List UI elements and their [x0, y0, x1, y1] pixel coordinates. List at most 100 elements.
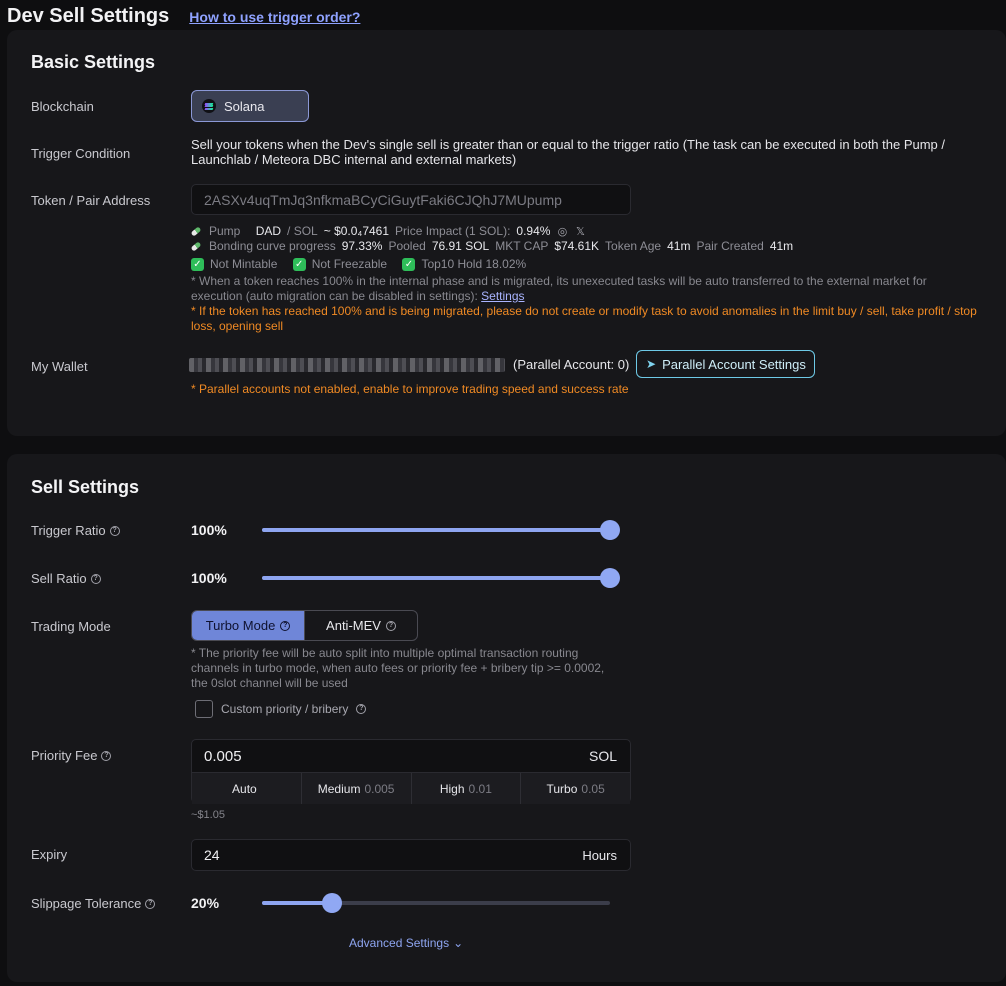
slider-thumb[interactable]: [600, 568, 620, 588]
fee-preset-high[interactable]: High 0.01: [410, 773, 521, 804]
chevron-down-icon: ⌄: [453, 936, 464, 950]
custom-priority-checkbox-row[interactable]: Custom priority / bribery ?: [195, 700, 367, 718]
help-icon[interactable]: ?: [280, 620, 291, 631]
advanced-settings-toggle[interactable]: Advanced Settings ⌄: [349, 936, 463, 950]
page-header: Dev Sell Settings How to use trigger ord…: [7, 5, 360, 28]
sell-settings-card: Sell Settings Trigger Ratio ? 100% Sell …: [7, 454, 1006, 982]
slider-fill: [262, 576, 610, 580]
migration-settings-link[interactable]: Settings: [481, 289, 524, 303]
mkt-cap-value: $74.61K: [554, 239, 600, 253]
expiry-box: Hours: [191, 839, 631, 871]
fee-presets: Auto Medium 0.005 High 0.01 Turbo 0.05: [192, 772, 630, 804]
sell-ratio-label: Sell Ratio ?: [31, 571, 101, 586]
check-icon: ✓: [191, 257, 204, 271]
migration-note: * When a token reaches 100% in the inter…: [191, 274, 981, 304]
advanced-settings-label: Advanced Settings: [349, 936, 450, 950]
turbo-mode-label: Turbo Mode: [205, 618, 276, 633]
custom-priority-checkbox[interactable]: [195, 700, 213, 718]
token-info-row-2: Bonding curve progress 97.33% Pooled 76.…: [190, 239, 794, 253]
trigger-condition-label: Trigger Condition: [31, 146, 131, 161]
help-icon[interactable]: ?: [356, 704, 367, 714]
token-age-label: Token Age: [605, 239, 662, 253]
help-icon[interactable]: ?: [109, 525, 120, 536]
price-impact-label: Price Impact (1 SOL):: [395, 224, 511, 238]
trigger-ratio-label-text: Trigger Ratio: [31, 523, 106, 538]
fee-preset-medium[interactable]: Medium 0.005: [300, 773, 411, 804]
wallet-label: My Wallet: [31, 359, 88, 374]
slider-thumb[interactable]: [321, 893, 342, 913]
parallel-warning: * Parallel accounts not enabled, enable …: [191, 382, 629, 396]
pair-base: DAD: [255, 224, 282, 238]
slippage-label: Slippage Tolerance ?: [31, 896, 156, 911]
expiry-label: Expiry: [31, 847, 68, 862]
check-icon: ✓: [292, 257, 306, 271]
token-price: ~ $0.0₄7461: [323, 224, 390, 238]
slippage-slider[interactable]: [262, 893, 610, 913]
check-not-mintable: Not Mintable: [210, 257, 278, 271]
platform-name: Pump: [209, 224, 241, 238]
migration-note-text: * When a token reaches 100% in the inter…: [191, 274, 927, 303]
check-top10-hold: Top10 Hold 18.02%: [421, 257, 527, 271]
slippage-value: 20%: [191, 895, 220, 911]
migration-warning: * If the token has reached 100% and is b…: [191, 304, 977, 333]
parallel-settings-label: Parallel Account Settings: [662, 356, 806, 372]
priority-fee-input[interactable]: [192, 740, 630, 772]
trigger-ratio-label: Trigger Ratio ?: [31, 523, 120, 538]
priority-fee-box: SOL Auto Medium0.005 High0.01 Turbo0.05: [191, 739, 631, 804]
x-icon[interactable]: 𝕏: [574, 225, 586, 238]
sell-settings-title: Sell Settings: [31, 477, 140, 497]
token-info-row-1: Pump DAD / SOL ~ $0.0₄7461 Price Impact …: [190, 224, 586, 238]
token-age-value: 41m: [667, 239, 691, 253]
help-icon[interactable]: ?: [90, 573, 101, 584]
parallel-account-settings-button[interactable]: ➤ Parallel Account Settings: [636, 350, 815, 378]
priority-fee-label-text: Priority Fee: [31, 748, 98, 763]
trigger-ratio-slider[interactable]: [262, 520, 620, 540]
priority-fee-usd: ~$1.05: [191, 809, 225, 821]
check-icon: ✓: [402, 257, 416, 271]
pill-icon: [190, 225, 202, 237]
blockchain-select-button[interactable]: Solana: [191, 90, 309, 122]
pair-created-value: 41m: [769, 239, 794, 253]
mkt-cap-label: MKT CAP: [495, 239, 549, 253]
anti-mev-label: Anti-MEV: [326, 618, 381, 633]
basic-settings-card: Basic Settings Blockchain Solana Trigger…: [7, 30, 1006, 436]
fee-preset-turbo[interactable]: Turbo 0.05: [520, 773, 630, 804]
sell-ratio-slider[interactable]: [262, 568, 620, 588]
priority-fee-label: Priority Fee ?: [31, 748, 112, 763]
help-link[interactable]: How to use trigger order?: [189, 9, 360, 25]
solana-icon: [202, 99, 216, 113]
check-not-freezable: Not Freezable: [311, 257, 388, 271]
bonding-label: Bonding curve progress: [209, 239, 336, 253]
custom-priority-label: Custom priority / bribery: [221, 702, 349, 716]
priority-fee-unit: SOL: [588, 748, 617, 764]
token-checks-row: ✓ Not Mintable ✓ Not Freezable ✓ Top10 H…: [191, 257, 526, 271]
wallet-address-redacted[interactable]: [189, 358, 505, 372]
basic-settings-title: Basic Settings: [31, 52, 156, 72]
token-address-input[interactable]: 2ASXv4uqTmJq3nfkmaBCyCiGuytFaki6CJQhJ7MU…: [191, 184, 631, 215]
slider-thumb[interactable]: [600, 520, 620, 540]
turbo-mode-note: * The priority fee will be auto split in…: [191, 646, 605, 690]
trigger-condition-text: Sell your tokens when the Dev's single s…: [191, 137, 946, 167]
help-icon[interactable]: ?: [101, 750, 112, 761]
pooled-label: Pooled: [388, 239, 426, 253]
help-icon[interactable]: ?: [145, 898, 156, 909]
globe-icon[interactable]: ◎: [556, 225, 568, 238]
rocket-icon: ➤: [646, 357, 657, 371]
pair-quote: / SOL: [287, 224, 318, 238]
sell-ratio-value: 100%: [191, 570, 227, 586]
blockchain-label: Blockchain: [31, 99, 94, 114]
token-address-label: Token / Pair Address: [31, 193, 151, 208]
expiry-input[interactable]: [192, 840, 552, 870]
anti-mev-button[interactable]: Anti-MEV ?: [304, 611, 417, 640]
trigger-ratio-value: 100%: [191, 522, 227, 538]
slider-fill: [262, 528, 610, 532]
trading-mode-label: Trading Mode: [31, 619, 111, 634]
pooled-value: 76.91 SOL: [431, 239, 490, 253]
expiry-unit: Hours: [582, 848, 617, 863]
turbo-mode-button[interactable]: Turbo Mode ?: [192, 611, 304, 640]
page-title: Dev Sell Settings: [7, 5, 170, 27]
sell-ratio-label-text: Sell Ratio: [31, 571, 87, 586]
fee-preset-auto[interactable]: Auto: [192, 773, 301, 804]
help-icon[interactable]: ?: [385, 620, 396, 631]
price-impact-value: 0.94%: [516, 224, 551, 238]
